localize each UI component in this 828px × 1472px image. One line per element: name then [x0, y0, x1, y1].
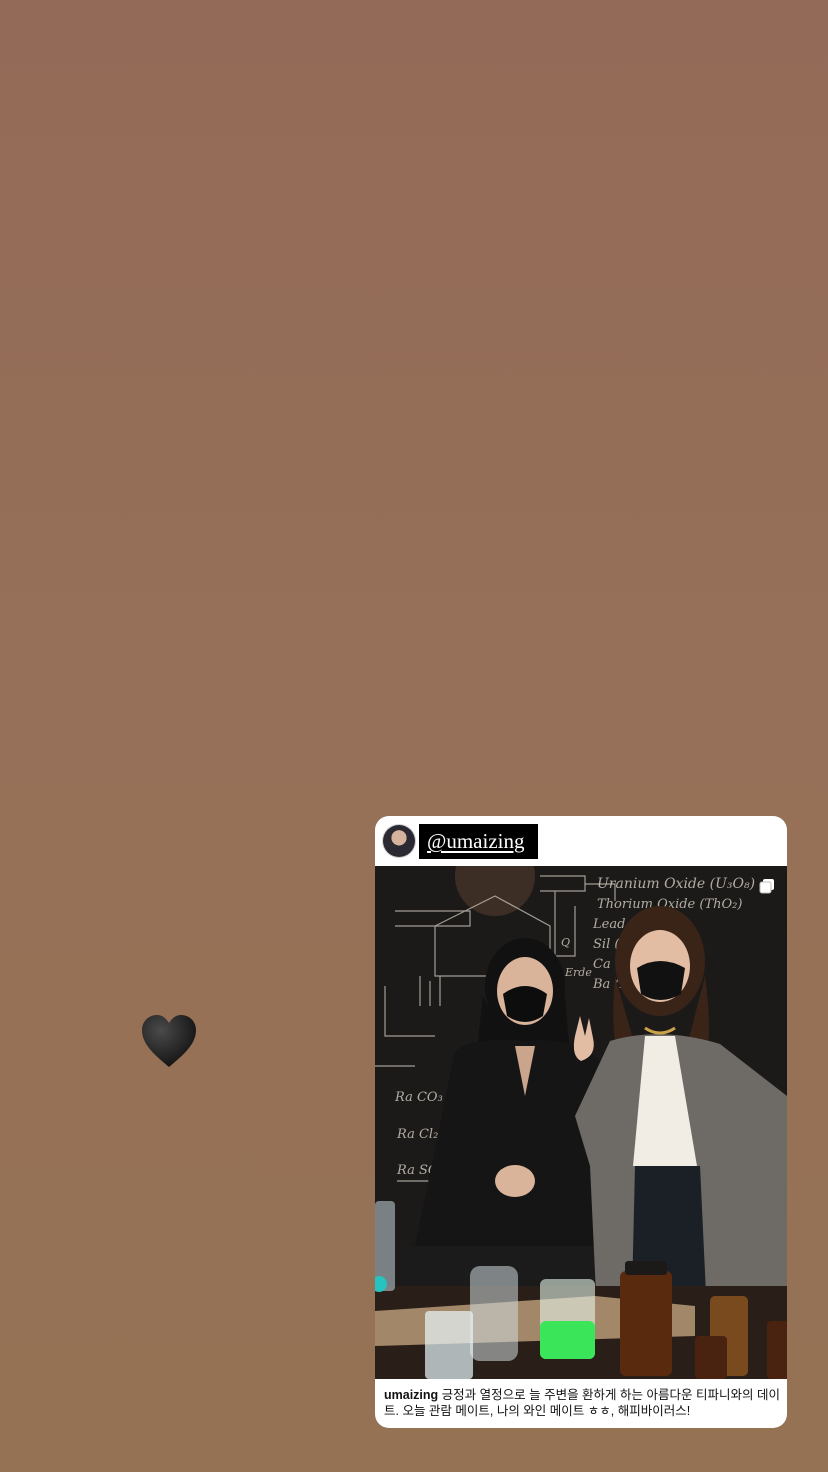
- post-photo[interactable]: Uranium Oxide (U₃O₈) Thorium Oxide (ThO₂…: [375, 866, 787, 1379]
- chalk-text-raco3: Ra CO₃: [394, 1090, 443, 1105]
- multiple-photos-icon: [759, 878, 775, 894]
- mention-tag[interactable]: @umaizing: [419, 824, 539, 859]
- black-heart-icon[interactable]: [140, 1013, 198, 1071]
- caption-username[interactable]: umaizing: [384, 1388, 438, 1402]
- caption-text: 긍정과 열정으로 늘 주변을 환하게 하는 아름다운 티파니와의 데이트. 오늘…: [384, 1388, 780, 1418]
- post-header: @umaizing: [375, 816, 787, 866]
- chalk-text-uranium: Uranium Oxide (U₃O₈): [597, 876, 755, 892]
- avatar[interactable]: [383, 825, 415, 857]
- post-caption: umaizing 긍정과 열정으로 늘 주변을 환하게 하는 아름다운 티파니와…: [384, 1387, 780, 1419]
- chalk-text-racl2: Ra Cl₂: [396, 1127, 438, 1142]
- chalk-text-q: Q: [561, 936, 570, 949]
- shared-post-card[interactable]: @umaizing Uranium Oxide (U₃O₈) Thorium O…: [375, 816, 787, 1428]
- chalk-text-erde: Erde: [564, 966, 592, 979]
